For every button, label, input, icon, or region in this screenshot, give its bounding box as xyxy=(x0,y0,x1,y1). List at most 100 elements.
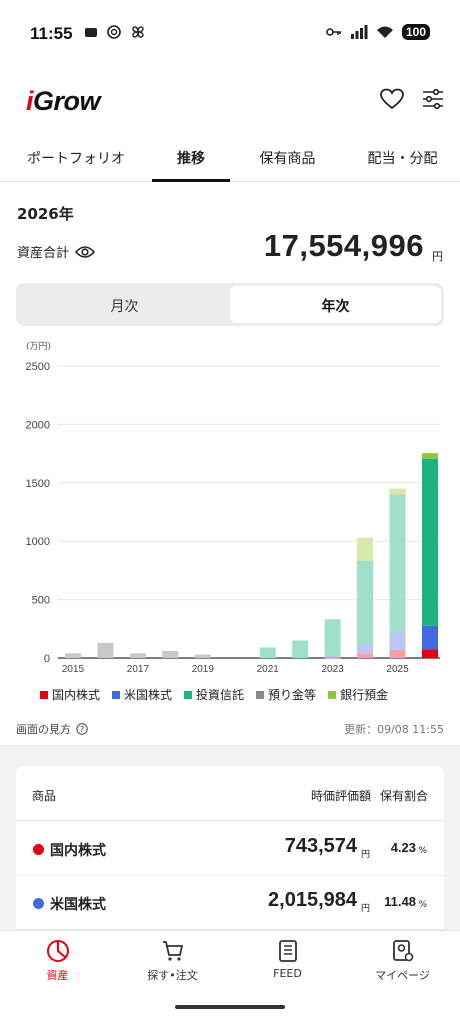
chart-unit-label: (万円) xyxy=(26,341,51,352)
bar-segment-2026-国内株式[interactable] xyxy=(422,649,438,658)
bar-segment-2023-国内株式[interactable] xyxy=(324,657,341,659)
nav-assets[interactable]: 資産 xyxy=(0,939,115,983)
bar-segment-2026-投資信託[interactable] xyxy=(422,458,438,626)
bar-segment-2026-銀行預金[interactable] xyxy=(422,453,438,459)
main-tabs: ポートフォリオ 推移 保有商品 配当・分配 xyxy=(0,138,460,182)
pie-chart-icon xyxy=(46,940,69,962)
bar-segment-2025-国内株式[interactable] xyxy=(389,649,406,658)
holding-share: 4.23 xyxy=(390,840,416,855)
column-header-name: 商品 xyxy=(32,789,57,803)
bar-segment-2024-米国株式[interactable] xyxy=(357,643,374,654)
holding-share-unit: % xyxy=(418,846,427,856)
status-notification-icons xyxy=(84,24,146,40)
legend-item-domestic: 国内株式 xyxy=(40,686,100,703)
bar-segment-2017-預り金等[interactable] xyxy=(129,653,146,658)
settings-sliders-icon[interactable] xyxy=(422,88,444,110)
tab-holdings[interactable]: 保有商品 xyxy=(230,138,345,181)
holding-name: 米国株式 xyxy=(50,897,106,913)
bar-segment-2024-銀行預金[interactable] xyxy=(357,537,374,562)
tab-history[interactable]: 推移 xyxy=(152,138,230,181)
fan-icon xyxy=(132,26,144,38)
tab-dividends[interactable]: 配当・分配 xyxy=(345,138,460,181)
home-indicator xyxy=(175,1005,285,1009)
bar-segment-2025-米国株式[interactable] xyxy=(389,631,406,650)
holding-value-unit: 円 xyxy=(360,904,370,914)
app-logo: iGrow xyxy=(26,86,101,116)
legend-swatch xyxy=(256,690,265,699)
chart-grid: 2500 2000 1500 1000 500 0 xyxy=(26,361,440,665)
wifi-icon xyxy=(376,26,393,38)
openai-icon xyxy=(107,25,121,39)
bar-segment-2015-預り金等[interactable] xyxy=(65,653,81,658)
updated-timestamp: 更新：09/08 11:55 xyxy=(344,723,444,736)
bar-segment-2023-米国株式[interactable] xyxy=(324,655,341,658)
bar-segment-2022-投資信託[interactable] xyxy=(292,640,309,658)
app-header: iGrow xyxy=(0,80,460,130)
status-right-icons: 100 xyxy=(326,24,430,40)
x-tick-label: 2017 xyxy=(127,664,150,675)
period-label: 2026年 xyxy=(17,205,74,223)
bottom-navigation: 資産 探す•注文 FEED マイページ xyxy=(0,930,460,1024)
y-tick-label: 0 xyxy=(44,653,50,665)
svg-text:?: ? xyxy=(80,725,84,734)
bar-segment-2018-預り金等[interactable] xyxy=(162,650,179,658)
legend-item-us: 米国株式 xyxy=(112,686,172,703)
y-tick-label: 500 xyxy=(32,595,50,607)
y-tick-label: 2500 xyxy=(26,361,50,373)
help-icon: ? xyxy=(76,723,88,735)
bar-segment-2016-預り金等[interactable] xyxy=(97,642,114,658)
asset-history-chart: (万円) 2500 2000 1500 1000 500 0 2015 2017 2019 20… xyxy=(26,341,440,675)
legend-item-funds: 投資信託 xyxy=(184,686,244,703)
chart-legend: 国内株式 米国株式 投資信託 預り金等 銀行預金 xyxy=(40,686,388,703)
holdings-table-header: 商品 時価評価額 保有割合 xyxy=(16,766,444,821)
category-dot xyxy=(33,898,44,909)
legend-swatch xyxy=(40,690,48,699)
holding-row-us[interactable]: 米国株式 2,015,984 円 11.48 % xyxy=(16,876,444,930)
eye-icon[interactable] xyxy=(75,245,96,259)
asset-total-unit: 円 xyxy=(432,250,443,263)
bar-segment-2023-投資信託[interactable] xyxy=(324,619,341,656)
bar-segment-2025-投資信託[interactable] xyxy=(389,494,406,632)
y-tick-label: 1000 xyxy=(26,536,50,548)
category-dot xyxy=(33,844,44,855)
y-tick-label: 2000 xyxy=(26,419,50,431)
holding-value: 743,574 xyxy=(284,835,357,857)
column-header-value: 時価評価額 xyxy=(310,789,371,803)
x-tick-label: 2025 xyxy=(386,664,409,675)
howto-link[interactable]: 画面の見方 ? xyxy=(16,721,88,737)
legend-item-bank: 銀行預金 xyxy=(328,686,388,703)
bar-segment-2024-国内株式[interactable] xyxy=(357,653,374,658)
heart-icon[interactable] xyxy=(380,88,404,110)
key-icon xyxy=(326,28,341,36)
bar-segment-2024-投資信託[interactable] xyxy=(357,561,374,644)
chart-bars xyxy=(65,453,438,659)
holding-value-unit: 円 xyxy=(360,850,370,860)
nav-mypage[interactable]: マイページ xyxy=(345,939,460,983)
legend-swatch xyxy=(328,690,337,699)
bar-segment-2025-銀行預金[interactable] xyxy=(389,488,406,495)
column-header-share: 保有割合 xyxy=(379,789,428,803)
tab-portfolio[interactable]: ポートフォリオ xyxy=(0,138,152,181)
nav-feed[interactable]: FEED xyxy=(230,939,345,980)
status-bar: 11:55 100 xyxy=(0,0,460,68)
nav-search-order[interactable]: 探す•注文 xyxy=(115,939,230,983)
x-tick-label: 2015 xyxy=(62,664,85,675)
y-tick-label: 1500 xyxy=(26,478,50,490)
legend-swatch xyxy=(112,690,121,699)
cart-icon xyxy=(162,941,183,961)
asset-total-label: 資産合計 xyxy=(17,242,96,261)
holding-name: 国内株式 xyxy=(50,843,106,859)
holding-row-domestic[interactable]: 国内株式 743,574 円 4.23 % xyxy=(16,822,444,876)
holding-value: 2,015,984 xyxy=(268,889,357,911)
monthly-button[interactable]: 月次 xyxy=(19,286,230,323)
bar-segment-2026-米国株式[interactable] xyxy=(422,625,438,650)
bar-segment-2021-投資信託[interactable] xyxy=(259,647,276,658)
yearly-button[interactable]: 年次 xyxy=(230,286,441,323)
profile-icon xyxy=(392,940,413,962)
signal-icon xyxy=(350,25,368,39)
status-time: 11:55 xyxy=(30,24,73,43)
battery-indicator: 100 xyxy=(401,24,430,40)
x-tick-label: 2019 xyxy=(192,664,215,675)
bar-segment-2019-預り金等[interactable] xyxy=(194,654,211,658)
document-icon xyxy=(278,940,297,962)
